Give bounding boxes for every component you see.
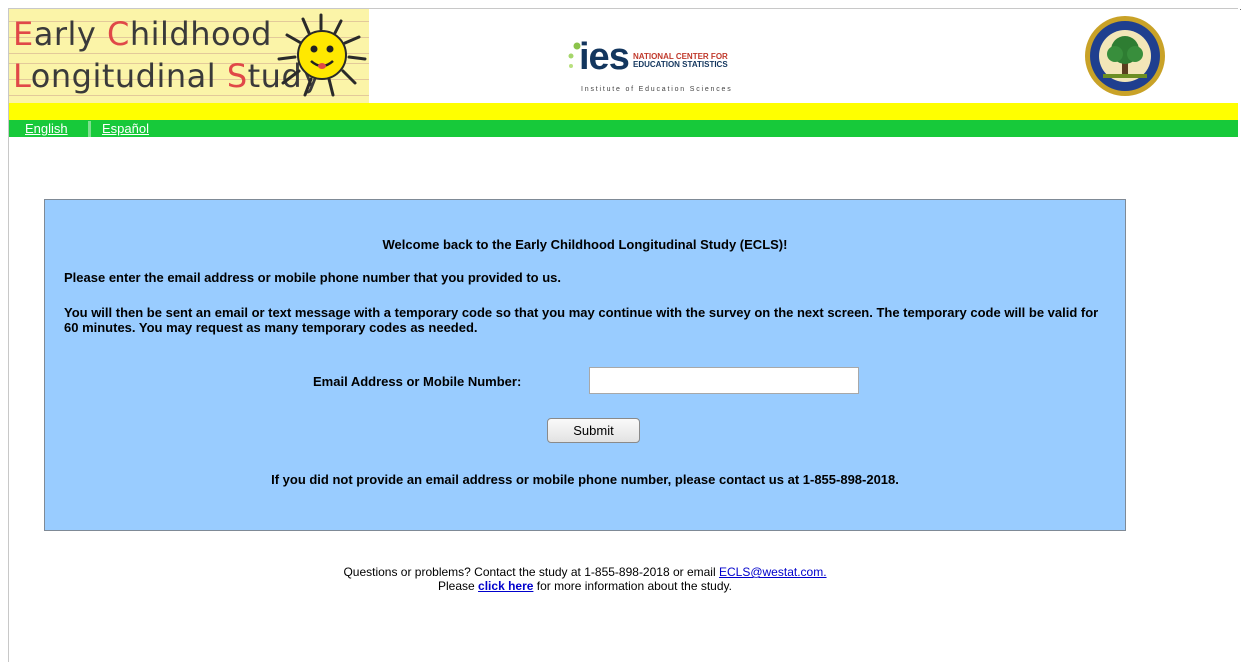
footer-questions-text: Questions or problems? Contact the study… [343,565,719,579]
code-info-text: You will then be sent an email or text m… [64,305,1099,335]
ies-logo: ies NATIONAL CENTER FOR EDUCATION STATIS… [565,36,765,98]
login-panel: Welcome back to the Early Childhood Long… [44,199,1126,531]
email-link[interactable]: ECLS@westat.com. [719,565,827,579]
logo-text: ongitudinal [30,57,227,95]
corner-mark: · [1239,4,1242,14]
ies-subtitle: Institute of Education Sciences [581,86,733,93]
no-contact-text: If you did not provide an email address … [271,472,899,487]
enter-prompt: Please enter the email address or mobile… [64,270,561,285]
sun-icon [277,13,367,97]
footer-questions: Questions or problems? Contact the study… [0,565,1170,579]
logo-capital-letter: E [13,15,34,53]
ecls-logo-line1: Early Childhood [13,15,272,53]
footer-please-text: Please [438,579,479,593]
email-or-mobile-label: Email Address or Mobile Number: [313,374,522,389]
logo-capital-letter: L [13,57,31,95]
ies-wordmark: ies [579,36,630,78]
submit-button[interactable]: Submit [547,418,640,443]
logo-capital-letter: S [226,57,248,95]
english-link[interactable]: English [25,122,68,136]
espanol-link[interactable]: Español [102,122,149,136]
logo-text: hildhood [129,15,272,53]
logo-capital-letter: C [106,15,130,53]
nces-label: NATIONAL CENTER FOR EDUCATION STATISTICS [633,53,728,69]
language-bar [9,120,1238,137]
ecls-logo: Early Childhood Longitudinal Study [9,9,369,103]
welcome-heading: Welcome back to the Early Childhood Long… [382,237,788,252]
page: · Early Childhood Longitudinal Study ies… [0,0,1246,662]
nces-line2: EDUCATION STATISTICS [633,60,728,69]
site-header: Early Childhood Longitudinal Study ies N… [9,9,1238,103]
footer-more-info-text: for more information about the study. [533,579,732,593]
yellow-bar [9,103,1238,120]
language-separator [88,121,91,137]
email-or-mobile-input[interactable] [589,367,859,394]
footer-more-info: Please click here for more information a… [0,579,1170,593]
logo-text: arly [33,15,107,53]
click-here-link[interactable]: click here [478,579,533,593]
department-of-education-seal-icon [1085,16,1165,96]
